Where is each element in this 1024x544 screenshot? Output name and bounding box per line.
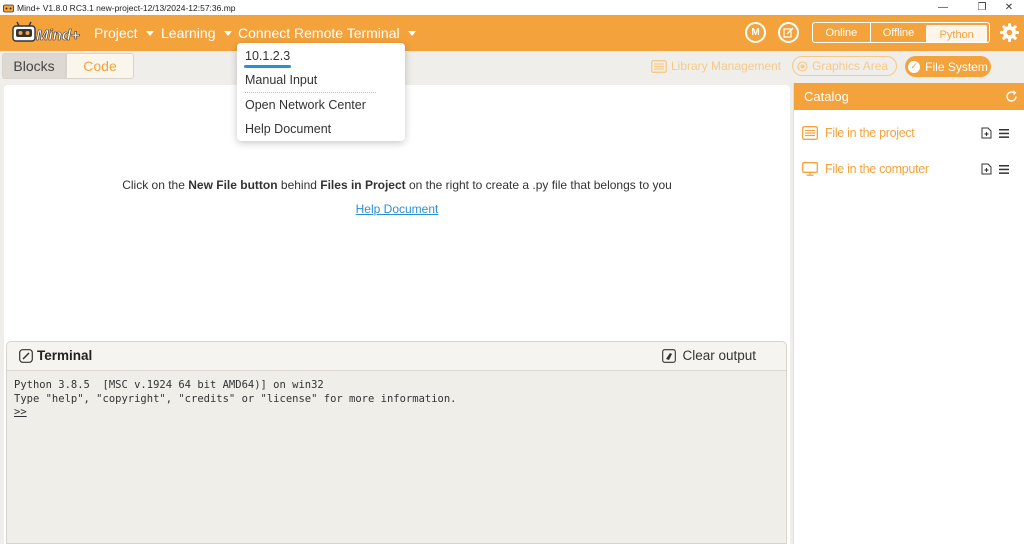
library-management-label: Library Management bbox=[671, 59, 782, 73]
graphics-area-button[interactable]: Graphics Area bbox=[792, 56, 898, 76]
restore-icon[interactable]: ❐ bbox=[967, 0, 997, 15]
hint-bold-new-file: New File button bbox=[188, 178, 278, 192]
caret-down-icon bbox=[223, 30, 232, 36]
clear-output-label: Clear output bbox=[682, 348, 756, 363]
help-document-link-label[interactable]: Help Document bbox=[356, 202, 439, 216]
menubar: Mind+ Project Learning Connect Remote Te… bbox=[0, 15, 1024, 51]
close-icon[interactable]: ✕ bbox=[994, 0, 1024, 15]
graphics-area-label: Graphics Area bbox=[812, 59, 889, 73]
svg-text:Mind+: Mind+ bbox=[36, 27, 80, 44]
terminal-edit-icon bbox=[19, 348, 33, 363]
catalog-item-actions bbox=[981, 163, 1009, 175]
terminal-line: Python 3.8.5 [MSC v.1924 64 bit AMD64)] … bbox=[14, 379, 324, 391]
m-badge-icon[interactable]: M bbox=[745, 22, 766, 43]
catalog-item-actions bbox=[981, 127, 1009, 139]
hint-text-3: on the right to create a .py file that b… bbox=[405, 178, 672, 192]
file-system-button[interactable]: ✓ File System bbox=[905, 56, 991, 77]
clear-output-button[interactable]: Clear output bbox=[662, 348, 756, 363]
hint-text-1: Click on the bbox=[122, 178, 189, 192]
menu-learning-label: Learning bbox=[161, 25, 216, 41]
mindplus-logo[interactable]: Mind+ bbox=[12, 21, 82, 45]
terminal-title: Terminal bbox=[19, 348, 92, 363]
mode-offline-button[interactable]: Offline bbox=[869, 23, 927, 42]
hint-bold-files-in-project: Files in Project bbox=[320, 178, 406, 192]
catalog-item-computer-files[interactable]: File in the computer bbox=[802, 159, 1017, 179]
edit-note-icon[interactable] bbox=[778, 22, 799, 43]
terminal-prompt[interactable]: >> bbox=[14, 406, 779, 420]
menu-learning[interactable]: Learning bbox=[161, 15, 232, 51]
library-icon bbox=[651, 59, 667, 73]
file-system-sidebar: Catalog File in the project File in the … bbox=[793, 83, 1024, 544]
caret-down-icon bbox=[145, 30, 154, 36]
check-icon: ✓ bbox=[908, 60, 921, 73]
dropdown-item-ip[interactable]: 10.1.2.3 bbox=[245, 49, 290, 63]
caret-down-icon bbox=[407, 30, 416, 36]
dropdown-item-help-document[interactable]: Help Document bbox=[245, 122, 331, 136]
pencil-icon bbox=[783, 27, 794, 38]
monitor-icon bbox=[802, 162, 818, 176]
hamburger-menu-icon[interactable] bbox=[999, 128, 1009, 138]
hint-text-2: behind bbox=[277, 178, 321, 192]
dropdown-separator bbox=[245, 92, 376, 93]
minimize-icon[interactable]: — bbox=[928, 0, 958, 15]
catalog-item-label: File in the project bbox=[825, 126, 915, 140]
terminal-output[interactable]: Python 3.8.5 [MSC v.1924 64 bit AMD64)] … bbox=[7, 371, 786, 428]
tab-code[interactable]: Code bbox=[66, 53, 134, 79]
radio-icon bbox=[797, 60, 808, 72]
terminal-title-label: Terminal bbox=[37, 348, 93, 363]
broom-icon bbox=[662, 348, 677, 363]
catalog-item-label: File in the computer bbox=[825, 162, 929, 176]
window-title: Mind+ V1.8.0 RC3.1 new-project-12/13/202… bbox=[17, 2, 236, 13]
menu-connect-label: Connect Remote Terminal bbox=[238, 25, 400, 41]
mindplus-app-icon bbox=[3, 4, 14, 12]
terminal-line: Type "help", "copyright", "credits" or "… bbox=[14, 392, 457, 405]
dropdown-item-manual-input[interactable]: Manual Input bbox=[245, 73, 317, 87]
new-file-icon[interactable] bbox=[981, 163, 992, 175]
new-file-hint: Click on the New File button behind File… bbox=[4, 178, 790, 192]
mode-online-button[interactable]: Online bbox=[813, 23, 870, 42]
gear-icon[interactable] bbox=[999, 22, 1020, 43]
help-document-link[interactable]: Help Document bbox=[4, 202, 790, 216]
mode-python-button[interactable]: Python bbox=[926, 25, 987, 42]
catalog-header: Catalog bbox=[794, 83, 1024, 110]
editor-mode-tabs: Blocks Code bbox=[2, 53, 134, 79]
terminal-panel: Terminal Clear output Python 3.8.5 [MSC … bbox=[6, 341, 787, 544]
menu-project[interactable]: Project bbox=[94, 15, 154, 51]
catalog-title: Catalog bbox=[804, 89, 849, 104]
mode-switch: Online Offline Python bbox=[812, 22, 990, 43]
library-management-button[interactable]: Library Management bbox=[651, 56, 781, 76]
connect-remote-terminal-dropdown: 10.1.2.3 Manual Input Open Network Cente… bbox=[237, 43, 405, 141]
project-folder-icon bbox=[802, 126, 818, 140]
window-titlebar: Mind+ V1.8.0 RC3.1 new-project-12/13/202… bbox=[0, 0, 1024, 15]
catalog-item-project-files[interactable]: File in the project bbox=[802, 123, 1017, 143]
new-file-icon[interactable] bbox=[981, 127, 992, 139]
file-system-label: File System bbox=[925, 59, 988, 74]
refresh-icon[interactable] bbox=[1005, 90, 1018, 103]
selected-item-underline bbox=[244, 65, 291, 68]
tab-blocks[interactable]: Blocks bbox=[2, 53, 66, 79]
hamburger-menu-icon[interactable] bbox=[999, 164, 1009, 174]
dropdown-item-open-network-center[interactable]: Open Network Center bbox=[245, 98, 366, 112]
menu-project-label: Project bbox=[94, 25, 138, 41]
terminal-header: Terminal Clear output bbox=[7, 342, 786, 371]
